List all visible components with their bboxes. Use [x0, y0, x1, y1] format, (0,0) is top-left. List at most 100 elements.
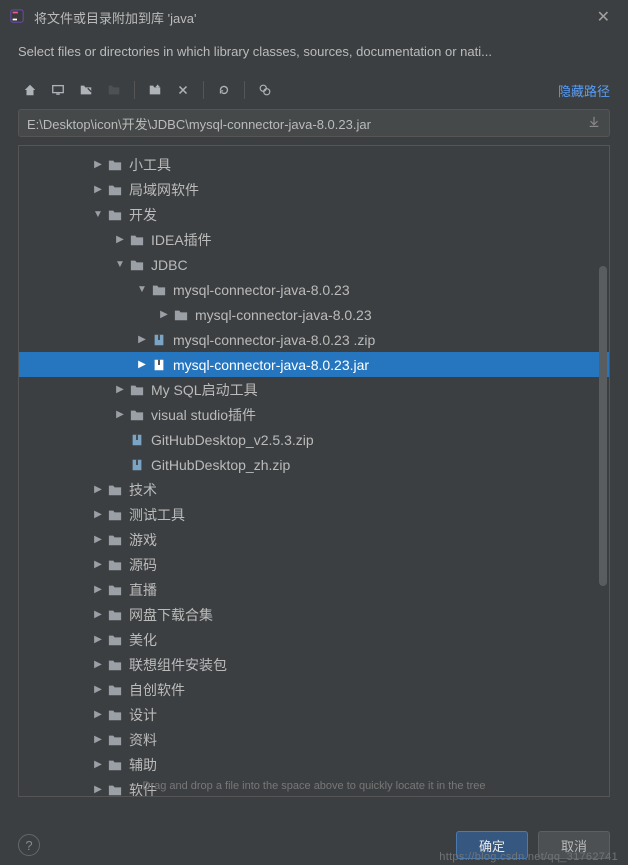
tree-row[interactable]: ▶ 资料 — [19, 727, 609, 752]
tree-row[interactable]: ▶自创软件 — [19, 677, 609, 702]
folder-icon — [151, 283, 167, 297]
tree-row[interactable]: ▶ 技术 — [19, 477, 609, 502]
window-title: 将文件或目录附加到库 'java' — [34, 8, 589, 27]
tree-row[interactable]: ▶小工具 — [19, 152, 609, 177]
home-icon[interactable] — [18, 78, 42, 102]
tree-node-label: mysql-connector-java-8.0.23.jar — [173, 357, 369, 373]
expand-arrow-icon[interactable]: ▶ — [113, 409, 127, 420]
show-hidden-icon[interactable] — [253, 78, 277, 102]
close-button[interactable]: ✕ — [589, 3, 618, 31]
path-input[interactable]: E:\Desktop\icon\开发\JDBC\mysql-connector-… — [18, 109, 610, 137]
tree-row[interactable]: ▶ mysql-connector-java-8.0.23.jar — [19, 352, 609, 377]
tree-row[interactable]: ▶ My SQL启动工具 — [19, 377, 609, 402]
tree-row[interactable]: ▶ 测试工具 — [19, 502, 609, 527]
file-tree[interactable]: ▶小工具▶局域网软件▼开发▶IDEA插件▼JDBC▼mysql-connecto… — [19, 146, 609, 796]
module-icon — [102, 78, 126, 102]
project-icon[interactable] — [74, 78, 98, 102]
expand-arrow-icon[interactable]: ▶ — [135, 359, 149, 370]
archive-icon — [151, 333, 167, 347]
expand-arrow-icon[interactable]: ▼ — [91, 209, 105, 220]
toolbar: 隐藏路径 — [0, 75, 628, 105]
expand-arrow-icon[interactable]: ▶ — [91, 709, 105, 720]
scrollbar[interactable] — [599, 266, 607, 586]
expand-arrow-icon[interactable]: ▶ — [91, 159, 105, 170]
expand-arrow-icon[interactable]: ▶ — [91, 759, 105, 770]
tree-row[interactable]: ▶ IDEA插件 — [19, 227, 609, 252]
tree-row[interactable]: ▶ 网盘下载合集 — [19, 602, 609, 627]
archive-icon — [129, 458, 145, 472]
tree-row[interactable]: ▶ mysql-connector-java-8.0.23 .zip — [19, 327, 609, 352]
archive-icon — [151, 358, 167, 372]
tree-row[interactable]: ▶ 直播 — [19, 577, 609, 602]
expand-arrow-icon[interactable]: ▶ — [91, 609, 105, 620]
tree-node-label: 设计 — [129, 705, 157, 725]
help-button[interactable]: ? — [18, 834, 40, 856]
expand-arrow-icon[interactable]: ▶ — [91, 184, 105, 195]
folder-icon — [107, 533, 123, 547]
expand-arrow-icon[interactable]: ▶ — [91, 734, 105, 745]
archive-icon — [129, 433, 145, 447]
tree-node-label: 联想组件安装包 — [129, 655, 227, 675]
folder-icon — [107, 758, 123, 772]
file-tree-panel: ▶小工具▶局域网软件▼开发▶IDEA插件▼JDBC▼mysql-connecto… — [18, 145, 610, 797]
tree-node-label: 辅助 — [129, 755, 157, 775]
tree-node-label: 测试工具 — [129, 505, 185, 525]
tree-node-label: 美化 — [129, 630, 157, 650]
tree-node-label: JDBC — [151, 257, 188, 273]
tree-row[interactable]: ▶ mysql-connector-java-8.0.23 — [19, 302, 609, 327]
expand-arrow-icon[interactable]: ▶ — [91, 659, 105, 670]
expand-arrow-icon[interactable]: ▶ — [91, 684, 105, 695]
expand-arrow-icon[interactable]: ▶ — [91, 484, 105, 495]
tree-row[interactable]: ▼ JDBC — [19, 252, 609, 277]
cancel-button[interactable]: 取消 — [538, 831, 610, 859]
expand-arrow-icon[interactable]: ▶ — [91, 534, 105, 545]
separator — [244, 81, 245, 99]
expand-arrow-icon[interactable]: ▶ — [135, 334, 149, 345]
tree-node-label: My SQL启动工具 — [151, 380, 258, 400]
expand-arrow-icon[interactable]: ▶ — [91, 559, 105, 570]
expand-arrow-icon[interactable]: ▶ — [91, 509, 105, 520]
expand-arrow-icon[interactable]: ▶ — [91, 584, 105, 595]
hide-path-link[interactable]: 隐藏路径 — [558, 81, 610, 100]
ok-button[interactable]: 确定 — [456, 831, 528, 859]
tree-node-label: mysql-connector-java-8.0.23 .zip — [173, 332, 375, 348]
tree-row[interactable]: ▶ 联想组件安装包 — [19, 652, 609, 677]
expand-arrow-icon[interactable]: ▶ — [91, 634, 105, 645]
folder-icon — [107, 683, 123, 697]
titlebar: 将文件或目录附加到库 'java' ✕ — [0, 0, 628, 34]
expand-arrow-icon[interactable]: ▼ — [135, 284, 149, 295]
tree-node-label: IDEA插件 — [151, 230, 212, 250]
expand-arrow-icon[interactable]: ▶ — [157, 309, 171, 320]
tree-node-label: 直播 — [129, 580, 157, 600]
footer: ? 确定 取消 — [0, 831, 628, 859]
tree-row[interactable]: ▼开发 — [19, 202, 609, 227]
tree-row[interactable]: ▶ 局域网软件 — [19, 177, 609, 202]
tree-node-label: 资料 — [129, 730, 157, 750]
tree-node-label: 技术 — [129, 480, 157, 500]
tree-node-label: 网盘下载合集 — [129, 605, 213, 625]
folder-icon — [107, 583, 123, 597]
tree-row[interactable]: ▶ 美化 — [19, 627, 609, 652]
folder-icon — [107, 208, 123, 222]
new-folder-icon[interactable] — [143, 78, 167, 102]
delete-icon[interactable] — [171, 78, 195, 102]
tree-node-label: 源码 — [129, 555, 157, 575]
tree-row[interactable]: ▼mysql-connector-java-8.0.23 — [19, 277, 609, 302]
expand-arrow-icon[interactable]: ▶ — [113, 384, 127, 395]
tree-node-label: 局域网软件 — [129, 180, 199, 200]
tree-node-label: mysql-connector-java-8.0.23 — [195, 307, 372, 323]
folder-icon — [107, 608, 123, 622]
tree-row[interactable]: ▶游戏 — [19, 527, 609, 552]
desktop-icon[interactable] — [46, 78, 70, 102]
refresh-icon[interactable] — [212, 78, 236, 102]
separator — [134, 81, 135, 99]
tree-row[interactable]: GitHubDesktop_zh.zip — [19, 452, 609, 477]
tree-node-label: GitHubDesktop_v2.5.3.zip — [151, 432, 314, 448]
tree-row[interactable]: ▶ 源码 — [19, 552, 609, 577]
tree-row[interactable]: ▶ 设计 — [19, 702, 609, 727]
tree-row[interactable]: ▶visual studio插件 — [19, 402, 609, 427]
tree-row[interactable]: GitHubDesktop_v2.5.3.zip — [19, 427, 609, 452]
history-icon[interactable] — [587, 115, 601, 132]
expand-arrow-icon[interactable]: ▶ — [113, 234, 127, 245]
expand-arrow-icon[interactable]: ▼ — [113, 259, 127, 270]
